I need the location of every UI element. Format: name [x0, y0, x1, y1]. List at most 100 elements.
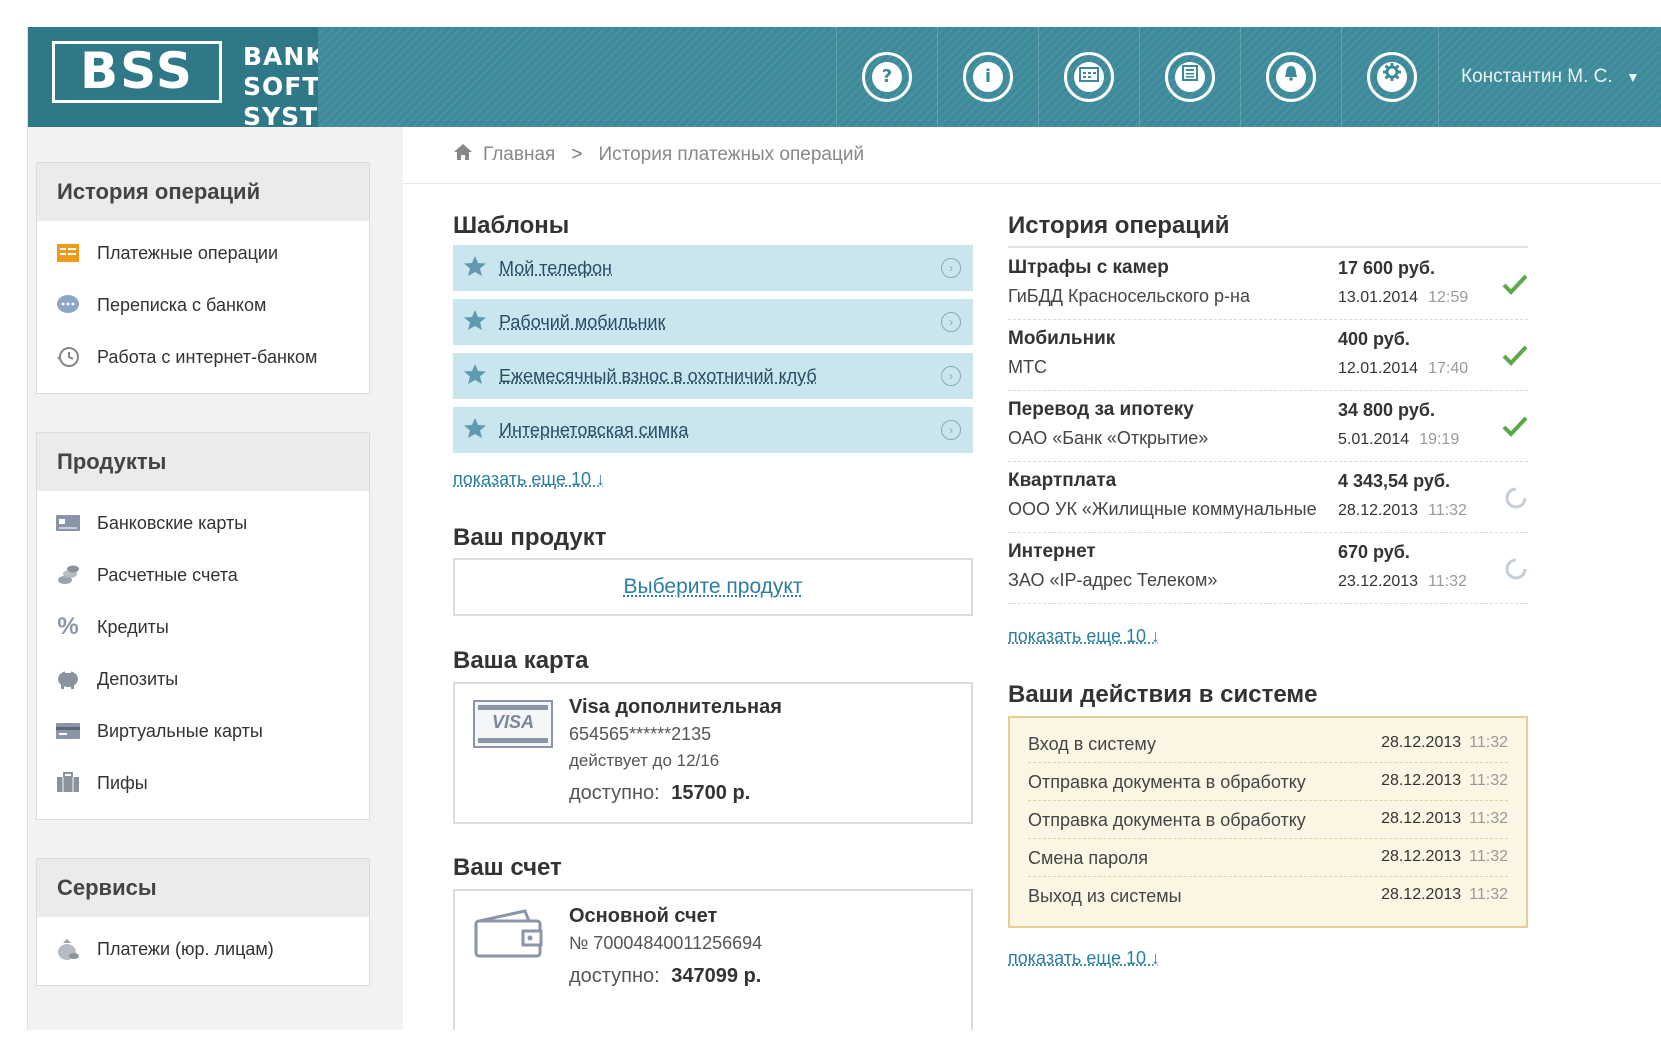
sidebar-item-virtual-cards[interactable]: Виртуальные карты: [37, 705, 369, 757]
card-brand: VISA: [475, 712, 551, 733]
sidebar-item-internet-banking[interactable]: Работа с интернет-банком: [37, 331, 369, 383]
card-box[interactable]: VISA Visa дополнительная 654565******213…: [453, 682, 973, 824]
product-title: Ваш продукт: [453, 524, 607, 552]
info-button[interactable]: i: [937, 27, 1038, 127]
user-menu[interactable]: Константин М. С. ▼: [1438, 27, 1640, 127]
action-time: 11:32: [1469, 810, 1508, 827]
main-content: Шаблоны Мой телефон › Рабочий мобильник …: [403, 184, 1661, 1030]
chevron-right-icon[interactable]: ›: [941, 366, 961, 386]
chevron-right-icon[interactable]: ›: [941, 312, 961, 332]
template-item[interactable]: Интернетовская симка ›: [453, 407, 973, 453]
sidebar-item-payment-operations[interactable]: Платежные операции: [37, 227, 369, 279]
template-label[interactable]: Интернетовская симка: [499, 420, 688, 441]
action-name: Отправка документа в обработку: [1028, 772, 1306, 793]
info-icon: i: [973, 62, 1003, 92]
sidebar: История операций Платежные операции Пере…: [36, 162, 370, 1024]
star-icon[interactable]: [463, 363, 487, 390]
history-row[interactable]: Мобильник МТС 400 руб. 12.01.2014 17:40: [1008, 320, 1528, 391]
choose-product-link[interactable]: Выберите продукт: [624, 575, 803, 598]
template-item[interactable]: Мой телефон ›: [453, 245, 973, 291]
history-row-date: 13.01.2014: [1338, 289, 1418, 306]
action-row: Вход в систему 28.12.2013 11:32: [1028, 724, 1508, 763]
sidebar-item-deposits[interactable]: Депозиты: [37, 653, 369, 705]
action-row: Смена пароля 28.12.2013 11:32: [1028, 838, 1508, 877]
actions-panel: Вход в систему 28.12.2013 11:32 Отправка …: [1008, 716, 1528, 928]
history-row[interactable]: Интернет ЗАО «IP-адрес Телеком» 670 руб.…: [1008, 533, 1528, 604]
sidebar-item-credits[interactable]: % Кредиты: [37, 601, 369, 653]
account-box[interactable]: Основной счет № 70004840011256694 доступ…: [453, 889, 973, 1030]
history-row-name: Квартплата: [1008, 470, 1116, 492]
chevron-right-icon[interactable]: ›: [941, 420, 961, 440]
app-window: BSS BANK SOFT SYSTEMS ? i Константин М. …: [27, 27, 1661, 1030]
history-row[interactable]: Штрафы с камер ГиБДД Красносельского р-н…: [1008, 249, 1528, 320]
settings-button[interactable]: [1341, 27, 1442, 127]
template-item[interactable]: Ежемесячный взнос в охотничий клуб ›: [453, 353, 973, 399]
star-icon[interactable]: [463, 417, 487, 444]
card-available-value: 15700 р.: [671, 782, 750, 804]
breadcrumb-home[interactable]: Главная: [483, 144, 555, 166]
history-row-amount: 4 343,54 руб.: [1338, 471, 1450, 492]
history-row-name: Штрафы с камер: [1008, 257, 1169, 279]
logo-area[interactable]: BSS BANK SOFT SYSTEMS: [28, 27, 318, 127]
spinner-icon: [1504, 486, 1528, 515]
history-row[interactable]: Перевод за ипотеку ОАО «Банк «Открытие» …: [1008, 391, 1528, 462]
check-icon: [1502, 273, 1528, 300]
calendar-button[interactable]: [1038, 27, 1139, 127]
action-row: Отправка документа в обработку 28.12.201…: [1028, 762, 1508, 801]
check-icon: [1502, 415, 1528, 442]
history-row-amount: 400 руб.: [1338, 329, 1410, 350]
action-date: 28.12.2013: [1381, 886, 1461, 903]
action-row: Отправка документа в обработку 28.12.201…: [1028, 800, 1508, 839]
template-item[interactable]: Рабочий мобильник ›: [453, 299, 973, 345]
sidebar-item-label: Переписка с банком: [97, 295, 266, 316]
templates-show-more-link[interactable]: показать еще 10 ↓: [453, 469, 605, 490]
piggy-bank-icon: [55, 666, 81, 692]
sidebar-item-label: Кредиты: [97, 617, 169, 638]
sidebar-item-legal-payments[interactable]: Платежи (юр. лицам): [37, 923, 369, 975]
history-row-date: 12.01.2014: [1338, 360, 1418, 377]
brand-line-1: BANK SOFT: [243, 42, 381, 102]
history-row-amount: 670 руб.: [1338, 542, 1410, 563]
history-row-name: Перевод за ипотеку: [1008, 399, 1194, 421]
history-row-recipient: МТС: [1008, 357, 1338, 378]
chevron-right-icon[interactable]: ›: [941, 258, 961, 278]
actions-show-more-link[interactable]: показать еще 10 ↓: [1008, 948, 1160, 969]
sidebar-item-label: Виртуальные карты: [97, 721, 263, 742]
sidebar-item-label: Платежные операции: [97, 243, 278, 264]
action-name: Выход из системы: [1028, 886, 1182, 907]
account-name: Основной счет: [569, 905, 717, 928]
sidebar-section-title: История операций: [37, 163, 369, 221]
product-box: Выберите продукт: [453, 558, 973, 616]
sidebar-item-bank-cards[interactable]: Банковские карты: [37, 497, 369, 549]
notifications-button[interactable]: [1240, 27, 1341, 127]
template-label[interactable]: Рабочий мобильник: [499, 312, 665, 333]
template-label[interactable]: Ежемесячный взнос в охотничий клуб: [499, 366, 817, 387]
chat-icon: [55, 292, 81, 318]
action-time: 11:32: [1469, 734, 1508, 751]
star-icon[interactable]: [463, 255, 487, 282]
chevron-right-icon: >: [571, 144, 582, 166]
card-available-label: доступно:: [569, 782, 660, 804]
sidebar-item-label: Пифы: [97, 773, 148, 794]
action-name: Смена пароля: [1028, 848, 1148, 869]
template-label[interactable]: Мой телефон: [499, 258, 612, 279]
card-valid: действует до 12/16: [569, 751, 719, 771]
card-name: Visa дополнительная: [569, 696, 782, 719]
sidebar-section-services: Сервисы Платежи (юр. лицам): [36, 858, 370, 986]
bank-card-icon: [55, 510, 81, 536]
sidebar-item-settlement-accounts[interactable]: Расчетные счета: [37, 549, 369, 601]
action-name: Отправка документа в обработку: [1028, 810, 1306, 831]
brand-line-2: SYSTEMS: [243, 102, 381, 132]
sidebar-item-bank-correspondence[interactable]: Переписка с банком: [37, 279, 369, 331]
help-button[interactable]: ?: [836, 27, 937, 127]
sidebar-item-mutual-funds[interactable]: Пифы: [37, 757, 369, 809]
account-available-value: 347099 р.: [671, 965, 761, 987]
action-time: 11:32: [1469, 848, 1508, 865]
action-date: 28.12.2013: [1381, 734, 1461, 751]
history-row[interactable]: Квартплата ООО УК «Жилищные коммунальные…: [1008, 462, 1528, 533]
history-show-more-link[interactable]: показать еще 10 ↓: [1008, 626, 1160, 647]
action-time: 11:32: [1469, 772, 1508, 789]
star-icon[interactable]: [463, 309, 487, 336]
news-button[interactable]: [1139, 27, 1240, 127]
action-name: Вход в систему: [1028, 734, 1156, 755]
